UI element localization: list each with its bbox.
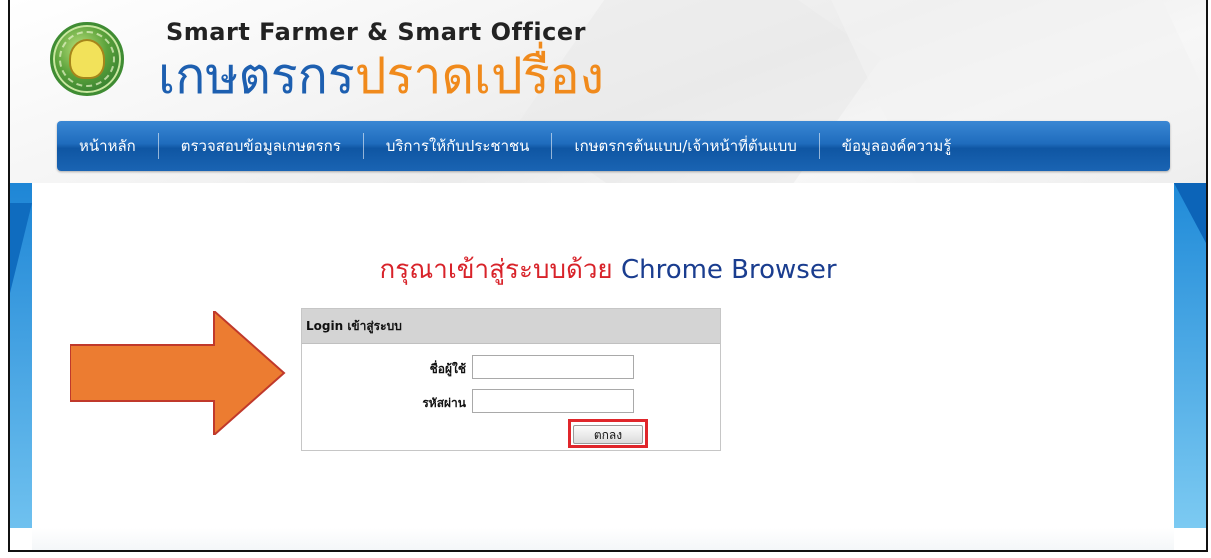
password-input[interactable] [472, 389, 634, 413]
login-title: Login เข้าสู่ระบบ [302, 309, 720, 344]
right-arrow-icon [70, 311, 286, 435]
username-label: ชื่อผู้ใช้ [429, 362, 466, 376]
main-nav: หน้าหลัก ตรวจสอบข้อมูลเกษตรกร บริการให้ก… [57, 121, 1170, 171]
browser-notice: กรุณาเข้าสู่ระบบด้วย Chrome Browser [10, 249, 1206, 290]
password-row: รหัสผ่าน [302, 389, 720, 415]
site-header: Smart Farmer & Smart Officer เกษตรกรปราด… [10, 0, 1206, 183]
brand-title-part2: ปราดเปรื่อง [354, 47, 605, 105]
nav-item-knowledge[interactable]: ข้อมูลองค์ความรู้ [820, 121, 974, 171]
right-decoration-facet [1174, 183, 1206, 243]
bottom-fade [32, 528, 1174, 550]
nav-item-home[interactable]: หน้าหลัก [57, 121, 158, 171]
username-input[interactable] [472, 355, 634, 379]
password-label: รหัสผ่าน [422, 396, 466, 410]
notice-browser-text: Chrome Browser [620, 255, 837, 285]
brand-title-part1: เกษตรกร [158, 47, 355, 105]
notice-thai-text: กรุณาเข้าสู่ระบบด้วย [379, 255, 613, 285]
nav-item-check-farmer[interactable]: ตรวจสอบข้อมูลเกษตรกร [159, 121, 363, 171]
brand-title: เกษตรกรปราดเปรื่อง [158, 42, 604, 110]
submit-button[interactable]: ตกลง [573, 425, 643, 444]
page-frame: Smart Farmer & Smart Officer เกษตรกรปราด… [8, 0, 1208, 552]
nav-item-model-farmers[interactable]: เกษตรกรต้นแบบ/เจ้าหน้าที่ต้นแบบ [552, 121, 818, 171]
ministry-seal-icon[interactable] [50, 22, 124, 96]
seal-emblem [69, 39, 105, 79]
nav-item-public-services[interactable]: บริการให้กับประชาชน [364, 121, 552, 171]
main-content: กรุณาเข้าสู่ระบบด้วย Chrome Browser Logi… [10, 183, 1206, 550]
username-row: ชื่อผู้ใช้ [302, 355, 720, 381]
login-form: Login เข้าสู่ระบบ ชื่อผู้ใช้ รหัสผ่าน ตก… [301, 308, 721, 451]
submit-highlight: ตกลง [568, 419, 648, 448]
